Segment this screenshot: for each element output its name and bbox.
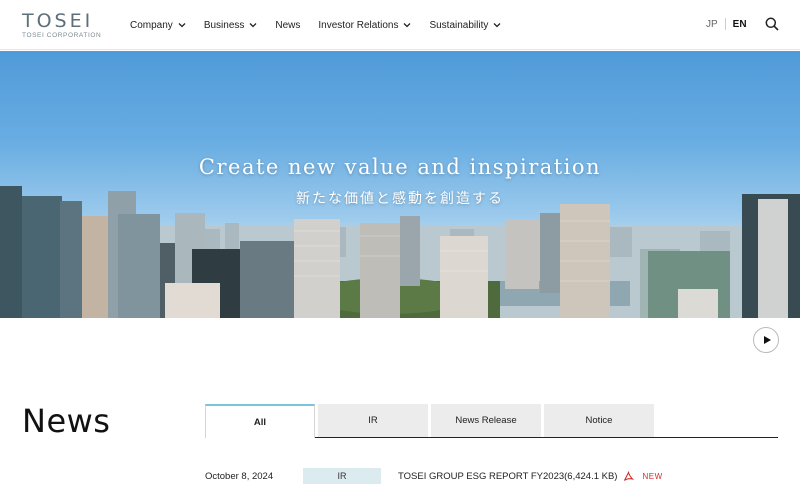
news-category-badge: IR <box>303 468 381 484</box>
logo-subtitle: TOSEI CORPORATION <box>22 32 102 39</box>
play-button[interactable] <box>753 327 779 353</box>
search-icon[interactable] <box>765 17 779 31</box>
play-icon <box>764 336 771 344</box>
tab-all[interactable]: All <box>205 404 315 438</box>
tab-news-release[interactable]: News Release <box>431 404 541 437</box>
news-heading: News <box>22 402 111 440</box>
lang-jp-link[interactable]: JP <box>706 19 718 30</box>
chevron-down-icon <box>249 23 257 28</box>
lang-en-link[interactable]: EN <box>733 19 747 30</box>
nav-news-label: News <box>275 19 301 31</box>
city-skyline-image <box>0 186 800 318</box>
nav-company-label: Company <box>130 19 173 31</box>
nav-business[interactable]: Business <box>204 20 258 31</box>
site-header: TOSEI TOSEI CORPORATION Company Business… <box>0 0 800 50</box>
pdf-icon <box>624 470 635 481</box>
nav-sustainability[interactable]: Sustainability <box>429 20 501 31</box>
language-switcher: JP EN <box>706 18 747 30</box>
tab-notice[interactable]: Notice <box>544 404 654 437</box>
lang-divider <box>724 18 726 30</box>
news-title-link[interactable]: TOSEI GROUP ESG REPORT FY2023(6,424.1 KB… <box>398 471 617 482</box>
chevron-down-icon <box>178 23 186 28</box>
news-tabs: All IR News Release Notice <box>205 404 778 438</box>
chevron-down-icon <box>403 23 411 28</box>
hero-subtitle: 新たな価値と感動を創造する <box>296 191 504 207</box>
nav-sustainability-label: Sustainability <box>429 19 489 31</box>
news-list-item: October 8, 2024 IR TOSEI GROUP ESG REPOR… <box>205 467 778 485</box>
nav-company[interactable]: Company <box>130 20 186 31</box>
logo-wordmark: TOSEI <box>22 10 94 32</box>
tosei-logo[interactable]: TOSEI TOSEI CORPORATION <box>22 10 102 40</box>
new-badge: NEW <box>642 471 663 481</box>
nav-news[interactable]: News <box>275 20 300 31</box>
chevron-down-icon <box>493 23 501 28</box>
main-nav: Company Business News Investor Relations… <box>130 0 519 50</box>
nav-investor-relations-label: Investor Relations <box>318 19 399 31</box>
hero-banner: Create new value and inspiration 新たな価値と感… <box>0 51 800 318</box>
nav-investor-relations[interactable]: Investor Relations <box>318 20 411 31</box>
nav-business-label: Business <box>203 19 245 31</box>
hero-title: Create new value and inspiration <box>198 155 602 179</box>
news-date: October 8, 2024 <box>205 470 274 482</box>
tab-ir[interactable]: IR <box>318 404 428 437</box>
